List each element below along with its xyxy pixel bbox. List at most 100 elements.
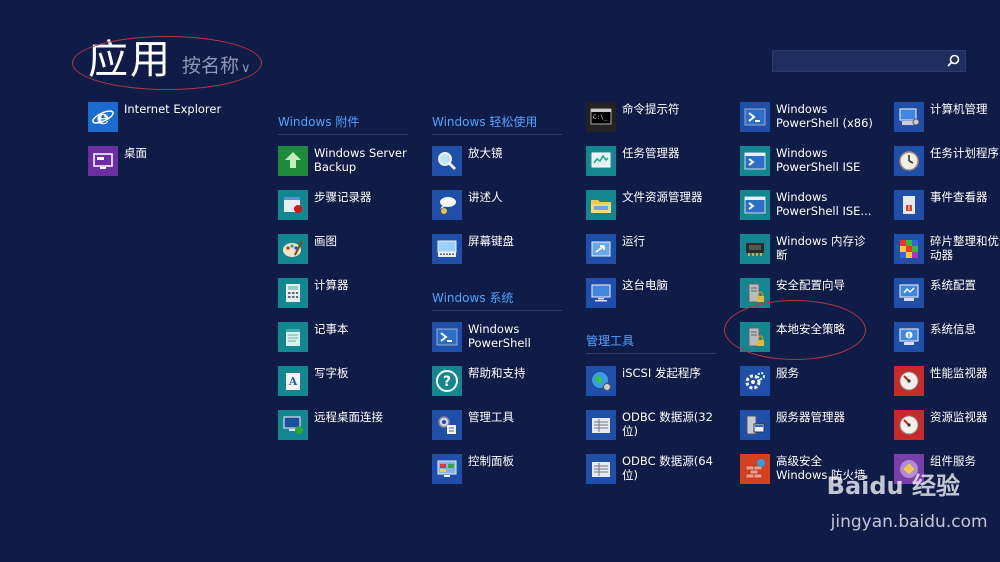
app-label: 系统信息	[930, 322, 976, 336]
app-admin-tools[interactable]: 管理工具	[432, 410, 582, 440]
gauge-icon	[894, 366, 924, 396]
app-label: Windows PowerShell ISE	[776, 146, 861, 174]
app-label: 任务计划程序	[930, 146, 999, 160]
app-odbc-64[interactable]: ODBC 数据源(64 位)	[586, 454, 736, 484]
defrag-icon	[894, 234, 924, 264]
app-powershell-ise-x86[interactable]: Windows PowerShell ISE...	[740, 190, 890, 220]
control-panel-icon	[432, 454, 462, 484]
app-computer-management[interactable]: 计算机管理	[894, 102, 1000, 132]
system-info-icon: i	[894, 322, 924, 352]
app-remote-desktop[interactable]: 远程桌面连接	[278, 410, 428, 440]
app-label: 性能监视器	[930, 366, 988, 380]
app-label: Windows PowerShell ISE...	[776, 190, 872, 218]
app-label: ODBC 数据源(32 位)	[622, 410, 713, 438]
app-label: 碎片整理和优化 动器	[930, 234, 1000, 262]
clock-icon	[894, 146, 924, 176]
app-task-scheduler[interactable]: 任务计划程序	[894, 146, 1000, 176]
app-internet-explorer[interactable]: e Internet Explorer	[88, 102, 238, 132]
app-label: 远程桌面连接	[314, 410, 383, 424]
desktop-icon	[88, 146, 118, 176]
system-config-icon	[894, 278, 924, 308]
app-calculator[interactable]: 计算器	[278, 278, 428, 308]
keyboard-icon	[432, 234, 462, 264]
app-label: 讲述人	[468, 190, 503, 204]
app-wordpad[interactable]: A 写字板	[278, 366, 428, 396]
app-system-configuration[interactable]: 系统配置	[894, 278, 1000, 308]
app-label: Windows 内存诊 断	[776, 234, 866, 262]
app-command-prompt[interactable]: C:\_ 命令提示符	[586, 102, 736, 132]
app-powershell-x86[interactable]: Windows PowerShell (x86)	[740, 102, 890, 132]
paint-palette-icon	[278, 234, 308, 264]
app-this-pc[interactable]: 这台电脑	[586, 278, 736, 308]
app-label: 事件查看器	[930, 190, 988, 204]
app-system-information[interactable]: i 系统信息	[894, 322, 1000, 352]
app-steps-recorder[interactable]: 步骤记录器	[278, 190, 428, 220]
run-icon	[586, 234, 616, 264]
app-file-explorer[interactable]: 文件资源管理器	[586, 190, 736, 220]
app-desktop[interactable]: 桌面	[88, 146, 238, 176]
group-header-admin-tools: 管理工具	[586, 334, 717, 354]
app-services[interactable]: 服务	[740, 366, 890, 396]
app-magnifier[interactable]: 放大镜	[432, 146, 582, 176]
group-header-windows-ease-of-access: Windows 轻松使用	[432, 115, 563, 135]
app-run[interactable]: 运行	[586, 234, 736, 264]
app-label: 命令提示符	[622, 102, 680, 116]
calculator-icon	[278, 278, 308, 308]
app-windows-server-backup[interactable]: Windows Server Backup	[278, 146, 428, 176]
powershell-ise-icon	[740, 190, 770, 220]
app-label: 资源监视器	[930, 410, 988, 424]
app-label: Windows Server Backup	[314, 146, 407, 174]
svg-text:!: !	[908, 205, 911, 212]
app-label: 运行	[622, 234, 645, 248]
narrator-icon	[432, 190, 462, 220]
app-notepad[interactable]: 记事本	[278, 322, 428, 352]
app-label: 安全配置向导	[776, 278, 845, 292]
command-prompt-icon: C:\_	[586, 102, 616, 132]
server-manager-icon	[740, 410, 770, 440]
group-header-windows-accessories: Windows 附件	[278, 115, 409, 135]
app-on-screen-keyboard[interactable]: 屏幕键盘	[432, 234, 582, 264]
app-odbc-32[interactable]: ODBC 数据源(32 位)	[586, 410, 736, 440]
app-iscsi-initiator[interactable]: iSCSI 发起程序	[586, 366, 736, 396]
app-windows-powershell[interactable]: Windows PowerShell	[432, 322, 582, 352]
app-server-manager[interactable]: 服务器管理器	[740, 410, 890, 440]
computer-icon	[586, 278, 616, 308]
app-performance-monitor[interactable]: 性能监视器	[894, 366, 1000, 396]
highlight-ellipse-title	[72, 36, 262, 90]
computer-management-icon	[894, 102, 924, 132]
app-label: 计算机管理	[930, 102, 988, 116]
app-narrator[interactable]: 讲述人	[432, 190, 582, 220]
app-label: 服务器管理器	[776, 410, 845, 424]
powershell-ise-icon	[740, 146, 770, 176]
firewall-icon	[740, 454, 770, 484]
notepad-icon	[278, 322, 308, 352]
app-label: 任务管理器	[622, 146, 680, 160]
app-memory-diagnostic[interactable]: Windows 内存诊 断	[740, 234, 890, 264]
gauge-icon	[894, 410, 924, 440]
remote-desktop-icon	[278, 410, 308, 440]
app-resource-monitor[interactable]: 资源监视器	[894, 410, 1000, 440]
app-powershell-ise[interactable]: Windows PowerShell ISE	[740, 146, 890, 176]
folder-icon	[586, 190, 616, 220]
server-backup-icon	[278, 146, 308, 176]
app-label: 服务	[776, 366, 799, 380]
search-box[interactable]	[772, 50, 966, 72]
app-task-manager[interactable]: 任务管理器	[586, 146, 736, 176]
app-event-viewer[interactable]: ! 事件查看器	[894, 190, 1000, 220]
help-question-icon: ?	[432, 366, 462, 396]
app-label: Windows PowerShell (x86)	[776, 102, 873, 130]
app-defragment-optimize[interactable]: 碎片整理和优化 动器	[894, 234, 1000, 264]
group-header-windows-system: Windows 系统	[432, 291, 563, 311]
powershell-icon	[432, 322, 462, 352]
odbc-icon	[586, 454, 616, 484]
event-viewer-icon: !	[894, 190, 924, 220]
search-icon[interactable]	[945, 53, 961, 69]
wordpad-icon: A	[278, 366, 308, 396]
app-help-and-support[interactable]: ? 帮助和支持	[432, 366, 582, 396]
app-control-panel[interactable]: 控制面板	[432, 454, 582, 484]
app-label: 记事本	[314, 322, 349, 336]
powershell-icon	[740, 102, 770, 132]
search-input[interactable]	[773, 51, 955, 71]
app-paint[interactable]: 画图	[278, 234, 428, 264]
highlight-ellipse-local-security-policy	[724, 300, 866, 360]
